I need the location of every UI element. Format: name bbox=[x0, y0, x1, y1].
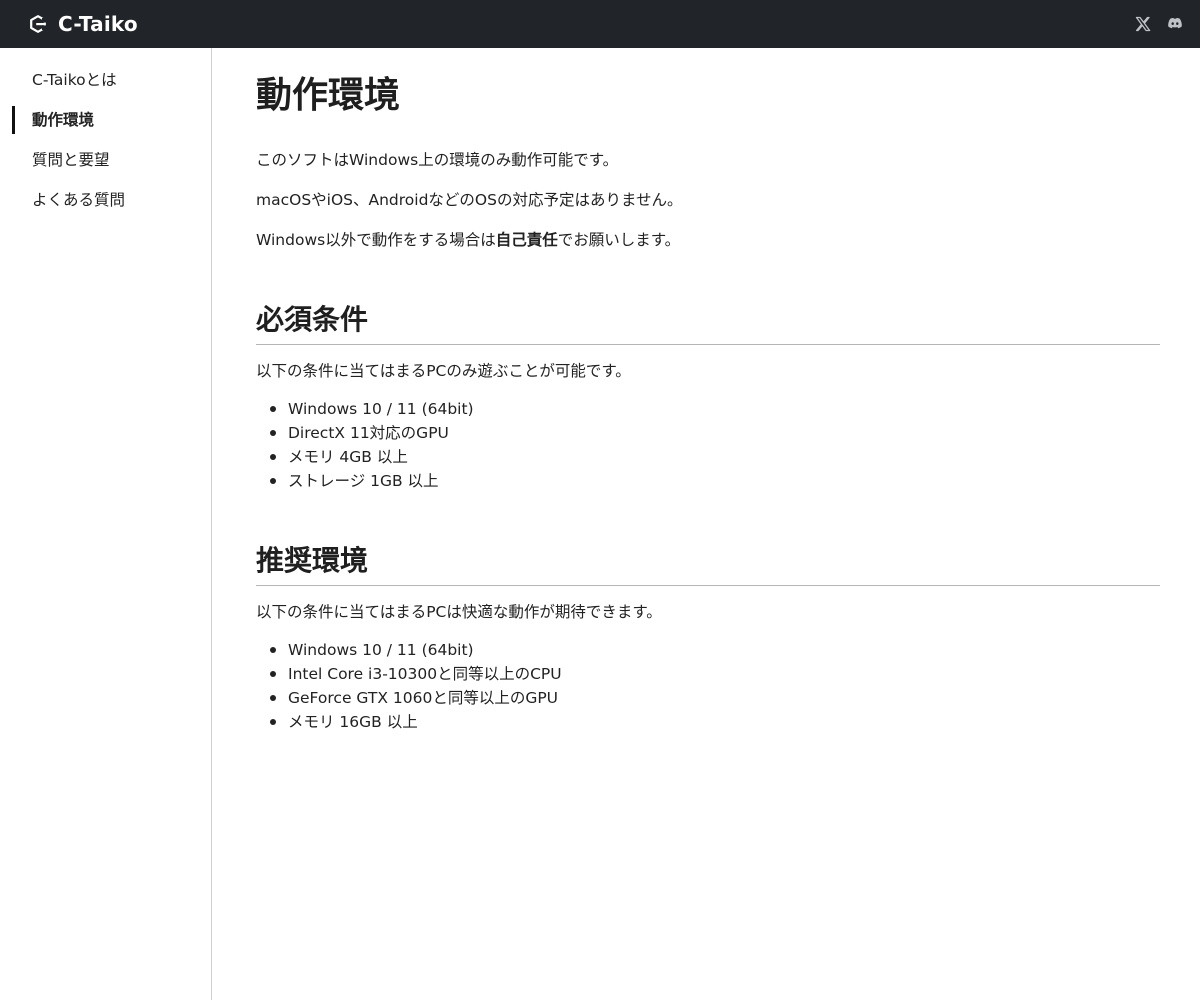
required-spec-list: Windows 10 / 11 (64bit) DirectX 11対応のGPU… bbox=[256, 397, 1160, 493]
section-heading-recommended: 推奨環境 bbox=[256, 541, 1160, 586]
sidebar-item-requirements[interactable]: 動作環境 bbox=[0, 106, 211, 146]
note-emphasis: 自己責任 bbox=[495, 231, 558, 249]
note-text-after: でお願いします。 bbox=[557, 231, 681, 249]
social-links bbox=[1134, 15, 1184, 33]
list-item: Windows 10 / 11 (64bit) bbox=[270, 638, 1160, 662]
intro-paragraph-1: このソフトはWindows上の環境のみ動作可能です。 bbox=[256, 151, 619, 169]
discord-link[interactable] bbox=[1166, 15, 1184, 33]
list-item: GeForce GTX 1060と同等以上のGPU bbox=[270, 686, 1160, 710]
page-title: 動作環境 bbox=[256, 75, 401, 116]
list-item: メモリ 4GB 以上 bbox=[270, 445, 1160, 469]
recommended-spec-list: Windows 10 / 11 (64bit) Intel Core i3-10… bbox=[256, 638, 1160, 734]
section-heading-required: 必須条件 bbox=[256, 300, 1160, 345]
c-taiko-logo-icon bbox=[28, 14, 48, 34]
list-item: Windows 10 / 11 (64bit) bbox=[270, 397, 1160, 421]
brand-name: C-Taiko bbox=[58, 12, 138, 36]
sidebar: C-Taikoとは 動作環境 質問と要望 よくある質問 bbox=[0, 48, 212, 1000]
responsibility-note: Windows以外で動作をする場合は自己責任でお願いします。 bbox=[256, 228, 1160, 252]
list-item: メモリ 16GB 以上 bbox=[270, 710, 1160, 734]
sidebar-item-about[interactable]: C-Taikoとは bbox=[0, 66, 211, 106]
section-description-recommended: 以下の条件に当てはまるPCは快適な動作が期待できます。 bbox=[256, 603, 662, 621]
intro-paragraph-2: macOSやiOS、AndroidなどのOSの対応予定はありません。 bbox=[256, 191, 683, 209]
x-link[interactable] bbox=[1134, 15, 1152, 33]
sidebar-item-questions-requests[interactable]: 質問と要望 bbox=[0, 146, 211, 186]
sidebar-item-faq[interactable]: よくある質問 bbox=[0, 186, 211, 226]
list-item: ストレージ 1GB 以上 bbox=[270, 469, 1160, 493]
list-item: DirectX 11対応のGPU bbox=[270, 421, 1160, 445]
list-item: Intel Core i3-10300と同等以上のCPU bbox=[270, 662, 1160, 686]
discord-icon bbox=[1166, 15, 1184, 33]
top-navbar: C-Taiko bbox=[0, 0, 1200, 48]
main-content: 動作環境 このソフトはWindows上の環境のみ動作可能です。 macOSやiO… bbox=[256, 48, 1160, 734]
brand-home-link[interactable]: C-Taiko bbox=[28, 12, 138, 36]
x-icon bbox=[1134, 15, 1152, 33]
note-text-before: Windows以外で動作をする場合は bbox=[256, 231, 496, 249]
section-description-required: 以下の条件に当てはまるPCのみ遊ぶことが可能です。 bbox=[256, 362, 631, 380]
